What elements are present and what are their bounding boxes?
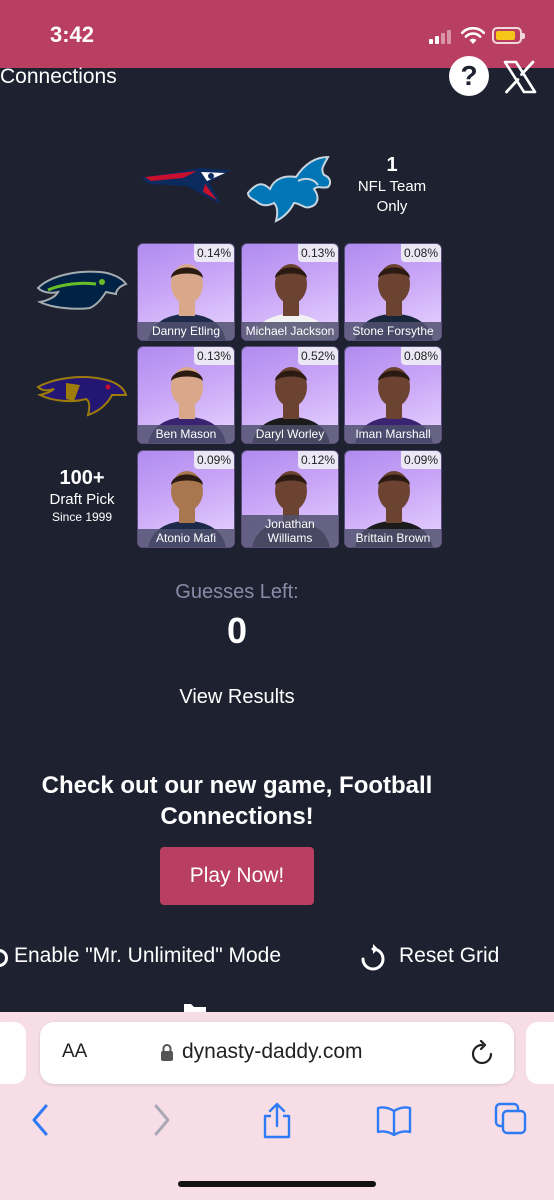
player-name: Brittain Brown <box>345 529 441 547</box>
patriots-logo-icon <box>141 168 231 204</box>
seahawks-logo-icon <box>36 270 128 310</box>
lions-logo-icon <box>246 155 332 223</box>
criteria-line1: NFL Team <box>357 178 427 195</box>
view-results-button[interactable]: View Results <box>0 686 474 709</box>
grid-cell[interactable]: 0.13% Michael Jackson <box>241 243 339 341</box>
player-name: Michael Jackson <box>242 322 338 340</box>
bookmarks-icon[interactable] <box>376 1102 412 1138</box>
pick-percentage: 0.08% <box>400 347 441 365</box>
next-tab-peek[interactable] <box>526 1022 554 1084</box>
prev-tab-peek[interactable] <box>0 1022 26 1084</box>
criteria-number: 1 <box>386 154 398 176</box>
pick-percentage: 0.09% <box>193 451 234 469</box>
grid-cell[interactable]: 0.12% Jonathan Williams <box>241 450 339 548</box>
column-criteria-3: 1 NFL Team Only <box>352 154 432 217</box>
grid-cell[interactable]: 0.09% Brittain Brown <box>344 450 442 548</box>
pick-percentage: 0.08% <box>400 244 441 262</box>
lock-icon <box>161 1044 173 1061</box>
home-indicator <box>178 1181 376 1187</box>
criteria-line2: Since 1999 <box>51 510 113 524</box>
guesses-left-label: Guesses Left: <box>175 581 299 603</box>
pick-percentage: 0.14% <box>193 244 234 262</box>
pick-percentage: 0.13% <box>297 244 338 262</box>
player-name: Jonathan Williams <box>242 515 338 547</box>
reader-settings-button[interactable]: AA <box>62 1041 87 1063</box>
grid-cell[interactable]: 0.08% Iman Marshall <box>344 346 442 444</box>
grid-cell[interactable]: 0.09% Atonio Mafi <box>137 450 235 548</box>
player-name: Danny Etling <box>138 322 234 340</box>
back-icon[interactable] <box>30 1102 52 1138</box>
pick-percentage: 0.09% <box>400 451 441 469</box>
unlimited-toggle-icon[interactable] <box>0 949 8 967</box>
pick-percentage: 0.13% <box>193 347 234 365</box>
player-name: Atonio Mafi <box>138 529 234 547</box>
status-time: 3:42 <box>50 22 95 47</box>
pick-percentage: 0.12% <box>297 451 338 469</box>
grid-cell[interactable]: 0.13% Ben Mason <box>137 346 235 444</box>
ravens-logo-icon <box>36 376 128 417</box>
forward-icon[interactable] <box>150 1102 172 1138</box>
pick-percentage: 0.52% <box>297 347 338 365</box>
help-button[interactable]: ? <box>449 56 489 96</box>
battery-icon <box>492 27 525 44</box>
row-criteria-3: 100+ Draft Pick Since 1999 <box>40 467 124 524</box>
guesses-left-value: 0 <box>226 610 248 651</box>
grid-cell[interactable]: 0.08% Stone Forsythe <box>344 243 442 341</box>
criteria-line1: Draft Pick <box>49 491 115 508</box>
share-icon[interactable] <box>261 1102 293 1140</box>
player-name: Iman Marshall <box>345 425 441 443</box>
reset-icon[interactable] <box>359 944 387 974</box>
tabs-icon[interactable] <box>494 1102 528 1136</box>
promo-text: Check out our new game, Football Connect… <box>41 772 433 830</box>
unlimited-mode-toggle[interactable]: Enable "Mr. Unlimited" Mode <box>14 944 281 968</box>
player-name: Stone Forsythe <box>345 322 441 340</box>
page-title: Connections <box>0 65 117 88</box>
address-bar[interactable]: AA dynasty-daddy.com <box>40 1022 514 1084</box>
grid-cell[interactable]: 0.52% Daryl Worley <box>241 346 339 444</box>
url-text[interactable]: dynasty-daddy.com <box>182 1040 363 1064</box>
signal-icon <box>429 30 455 44</box>
reset-grid-button[interactable]: Reset Grid <box>399 944 499 968</box>
play-now-button[interactable]: Play Now! <box>160 847 314 905</box>
grid-cell[interactable]: 0.14% Danny Etling <box>137 243 235 341</box>
player-name: Ben Mason <box>138 425 234 443</box>
x-close-icon[interactable] <box>502 60 538 94</box>
criteria-number: 100+ <box>59 467 105 489</box>
player-name: Daryl Worley <box>242 425 338 443</box>
criteria-line2: Only <box>376 198 408 215</box>
reload-icon[interactable] <box>470 1040 494 1066</box>
wifi-icon <box>461 27 485 44</box>
